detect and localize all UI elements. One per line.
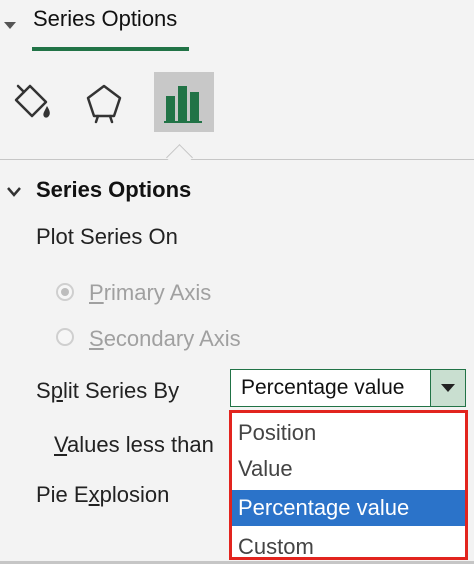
pane-title: Series Options	[33, 6, 178, 31]
primary-axis-radio[interactable]	[56, 283, 74, 301]
split-series-dropdown-list: Position Value Percentage value Custom	[229, 410, 468, 560]
header-separator	[0, 159, 474, 160]
split-series-value: Percentage value	[241, 376, 405, 399]
fill-line-icon	[14, 84, 50, 118]
primary-axis-label: Primary Axis	[89, 280, 212, 305]
values-less-than-label: Values less than	[54, 432, 214, 457]
split-series-select[interactable]: Percentage value	[230, 369, 466, 407]
option-position[interactable]: Position	[232, 415, 465, 451]
plot-series-on-label: Plot Series On	[36, 224, 178, 249]
section-title[interactable]: Series Options	[36, 177, 191, 203]
option-custom[interactable]: Custom	[232, 529, 465, 557]
series-options-icon	[164, 86, 202, 123]
format-pane-header: Series Options	[0, 0, 474, 160]
option-value[interactable]: Value	[232, 451, 465, 487]
effects-icon	[86, 84, 122, 124]
secondary-axis-radio[interactable]	[56, 328, 74, 346]
pie-explosion-label: Pie Explosion	[36, 482, 170, 507]
split-series-by-label: Split Series By	[36, 378, 180, 403]
secondary-axis-label: Secondary Axis	[89, 326, 241, 351]
option-percentage-value[interactable]: Percentage value	[232, 490, 465, 526]
chevron-down-icon[interactable]	[6, 186, 22, 198]
effects-tab[interactable]	[74, 72, 134, 132]
dropdown-arrow-button[interactable]	[430, 370, 465, 406]
series-options-tab[interactable]	[154, 72, 214, 132]
fill-line-tab[interactable]	[2, 72, 62, 132]
collapse-arrow-icon[interactable]	[4, 22, 16, 29]
title-underline	[32, 47, 189, 51]
